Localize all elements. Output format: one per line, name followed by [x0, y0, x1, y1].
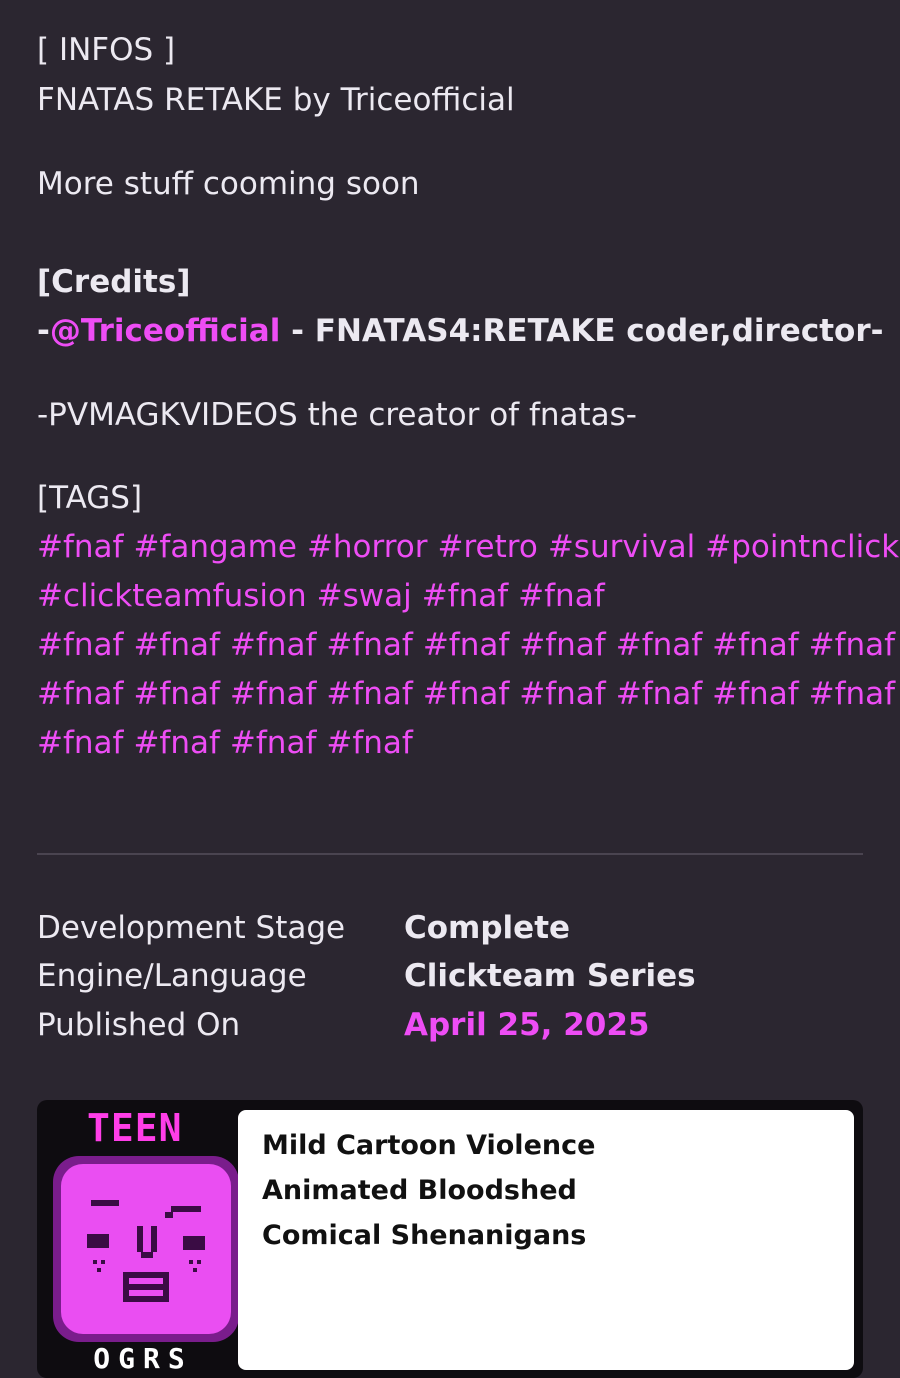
game-title-line: FNATAS RETAKE by Triceofficial [37, 82, 515, 118]
rating-level-label: TEEN [87, 1106, 183, 1150]
tag-link[interactable]: #fnaf [133, 676, 219, 712]
rating-descriptor: Mild Cartoon Violence [262, 1130, 596, 1161]
section-divider [37, 853, 863, 855]
credits-line-2: -PVMAGKVIDEOS the creator of fnatas- [37, 397, 637, 433]
rating-face-icon [53, 1156, 239, 1342]
tag-link[interactable]: #fnaf [37, 725, 123, 761]
tag-link[interactable]: #retro [438, 529, 538, 565]
tag-link[interactable]: #fnaf [230, 725, 316, 761]
tag-link[interactable]: #fnaf [519, 676, 605, 712]
credits-role: - FNATAS4:RETAKE coder,director- [280, 313, 884, 349]
tag-row: #clickteamfusion #swaj #fnaf #fnaf [37, 578, 615, 614]
development-stage-value: Complete [404, 910, 571, 946]
tag-link[interactable]: #survival [548, 529, 695, 565]
tag-link[interactable]: #fnaf [616, 627, 702, 663]
tag-link[interactable]: #fnaf [326, 627, 412, 663]
published-label: Published On [37, 1007, 241, 1043]
rating-descriptor: Animated Bloodshed [262, 1175, 577, 1206]
tag-row: #fnaf #fangame #horror #retro #survival #poin… [37, 529, 900, 565]
tag-link[interactable]: #fnaf [37, 529, 123, 565]
coming-soon-note: More stuff cooming soon [37, 166, 420, 202]
tag-link[interactable]: #fnaf [326, 725, 412, 761]
tag-link[interactable]: #fnaf [133, 627, 219, 663]
development-stage-label: Development Stage [37, 910, 346, 946]
tag-link[interactable]: #fnaf [230, 676, 316, 712]
credits-dash: - [37, 313, 50, 349]
tag-link[interactable]: #fnaf [423, 627, 509, 663]
tag-link[interactable]: #fnaf [422, 578, 508, 614]
tag-link[interactable]: #swaj [317, 578, 412, 614]
credits-line-1: -@Triceofficial - FNATAS4:RETAKE coder,d… [37, 313, 883, 349]
published-value: April 25, 2025 [404, 1007, 650, 1043]
tag-link[interactable]: #fnaf [133, 725, 219, 761]
tag-link[interactable]: #horror [307, 529, 428, 565]
rating-descriptor-box: Mild Cartoon Violence Animated Bloodshed… [238, 1110, 854, 1370]
tag-link[interactable]: #fnaf [712, 627, 798, 663]
tags-heading: [TAGS] [37, 480, 143, 516]
tag-link[interactable]: #fnaf [712, 676, 798, 712]
tag-link[interactable]: #fnaf [326, 676, 412, 712]
tag-link[interactable]: #fnaf [809, 627, 895, 663]
tag-link[interactable]: #fnaf [519, 627, 605, 663]
credits-heading: [Credits] [37, 264, 191, 300]
tag-link[interactable]: #fangame [133, 529, 296, 565]
tag-row: #fnaf #fnaf #fnaf #fnaf [37, 725, 423, 761]
engine-label: Engine/Language [37, 958, 307, 994]
tag-link[interactable]: #fnaf [37, 676, 123, 712]
rating-descriptor: Comical Shenanigans [262, 1220, 587, 1251]
tag-link[interactable]: #pointnclick [705, 529, 899, 565]
rating-badge: TEEN OGRS [45, 1106, 239, 1375]
tag-link[interactable]: #fnaf [230, 627, 316, 663]
tag-row: #fnaf #fnaf #fnaf #fnaf #fnaf #fnaf #fnaf #fnaf… [37, 627, 900, 663]
tag-link[interactable]: #fnaf [616, 676, 702, 712]
tag-row: #fnaf #fnaf #fnaf #fnaf #fnaf #fnaf #fnaf #fnaf… [37, 676, 900, 712]
rating-system-label: OGRS [93, 1342, 193, 1375]
credits-handle-link[interactable]: @Triceofficial [50, 313, 280, 349]
tag-link[interactable]: #fnaf [423, 676, 509, 712]
content-rating-panel: TEEN OGRS Mild Cartoon Violence Animated… [37, 1100, 863, 1378]
tag-link[interactable]: #fnaf [37, 627, 123, 663]
tag-link[interactable]: #clickteamfusion [37, 578, 307, 614]
engine-value: Clickteam Series [404, 958, 696, 994]
tag-link[interactable]: #fnaf [809, 676, 895, 712]
infos-heading: [ INFOS ] [37, 32, 176, 68]
tag-link[interactable]: #fnaf [518, 578, 604, 614]
